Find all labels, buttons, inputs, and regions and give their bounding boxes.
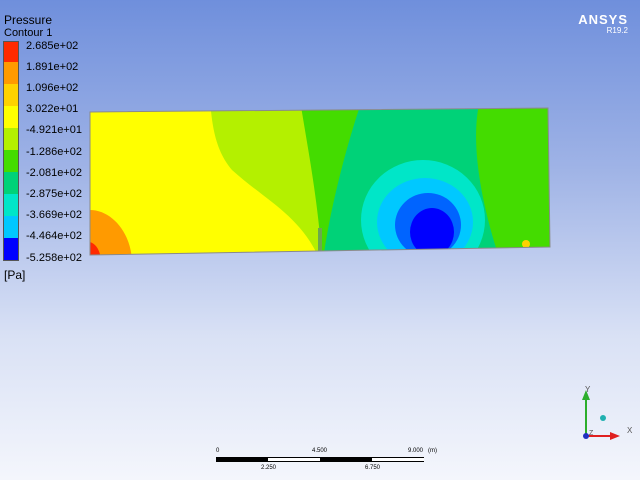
scale-label: 4.500 — [312, 448, 328, 454]
scale-segment — [268, 457, 320, 462]
iso-view-icon[interactable] — [600, 415, 606, 421]
scale-label: 2.250 — [261, 465, 277, 471]
pressure-contour — [90, 108, 550, 255]
scale-segment — [320, 457, 372, 462]
scale-segment — [372, 457, 424, 462]
z-axis-label: Z — [589, 430, 594, 437]
scale-label: 0 — [216, 448, 220, 454]
scale-label: 6.750 — [365, 465, 381, 471]
contour-viewport[interactable] — [0, 0, 640, 480]
scale-segment — [216, 457, 268, 462]
y-axis-label: Y — [585, 385, 591, 394]
x-axis-label: X — [627, 426, 633, 435]
scale-bar: 0 4.500 9.000 (m) 2.250 6.750 — [216, 448, 437, 478]
axis-triad[interactable]: Y X Z — [572, 380, 640, 450]
scale-unit: (m) — [428, 448, 437, 454]
x-axis-arrow-icon — [610, 432, 620, 440]
scale-label: 9.000 — [408, 448, 424, 454]
